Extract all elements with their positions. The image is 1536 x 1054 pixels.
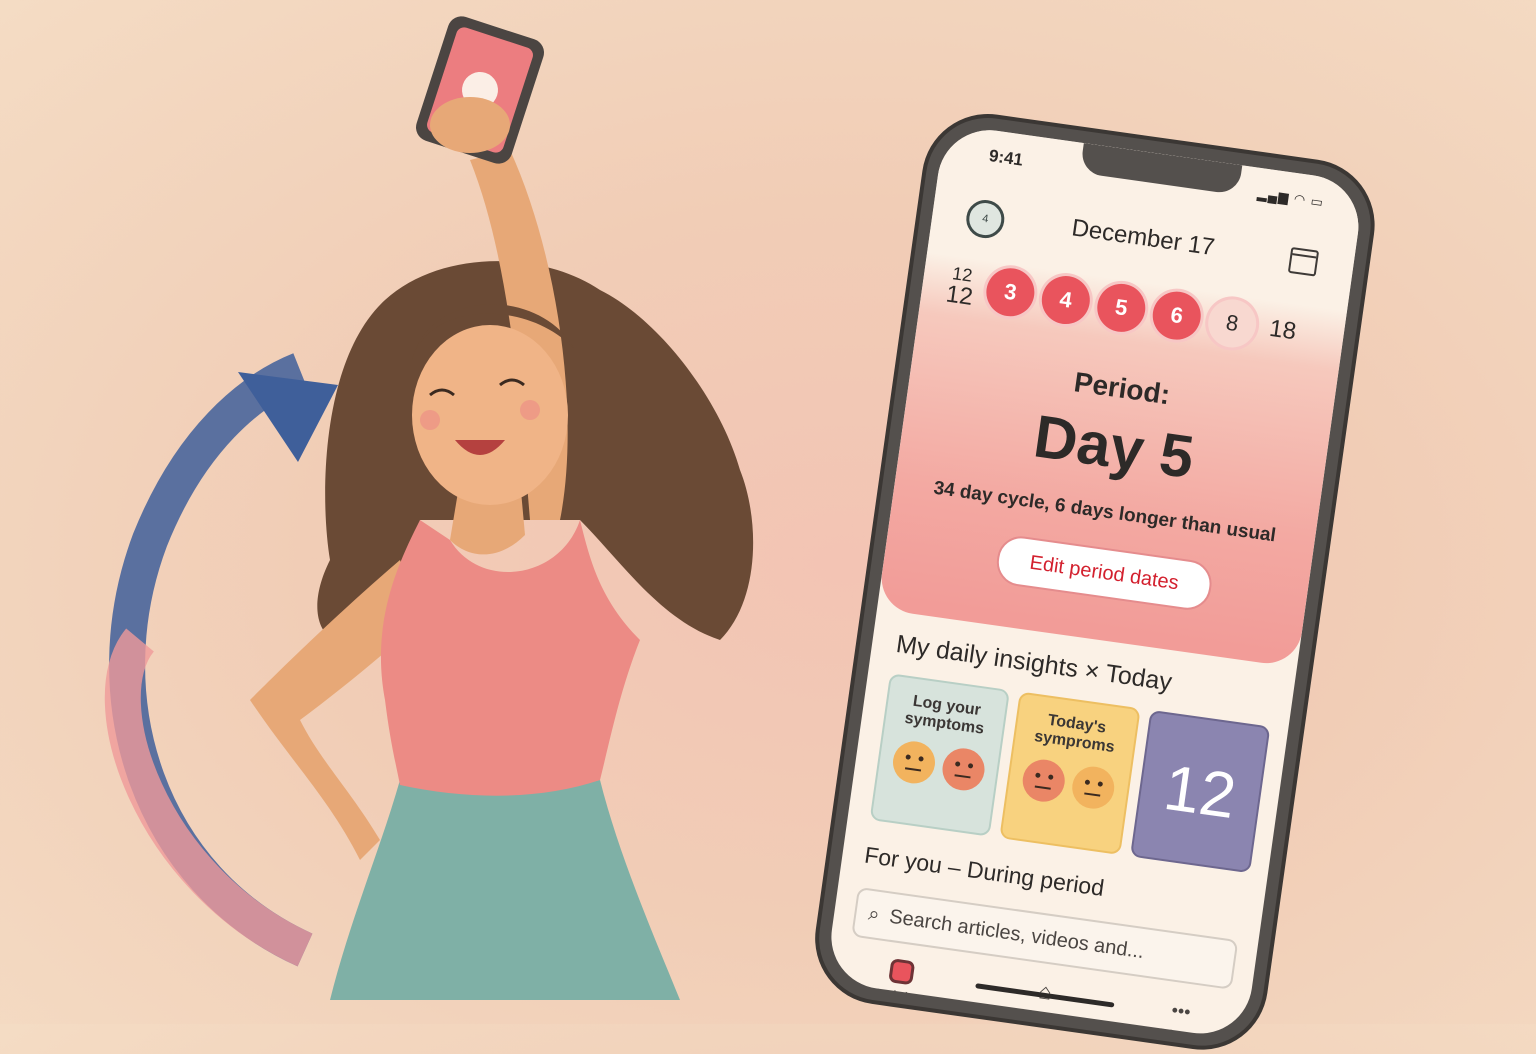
todays-symptoms-card[interactable]: Today's symproms bbox=[999, 691, 1141, 855]
day-circle[interactable]: 8 bbox=[1205, 296, 1260, 351]
day-count-card[interactable]: 12 bbox=[1129, 709, 1271, 874]
search-icon: ⌕ bbox=[867, 902, 882, 926]
sad-face-icon bbox=[1019, 756, 1068, 805]
more-icon: ••• bbox=[1170, 999, 1192, 1023]
neutral-face-icon bbox=[939, 745, 987, 794]
woman-tank-top bbox=[380, 520, 640, 796]
card-label: Today's symproms bbox=[1033, 711, 1116, 757]
day-number[interactable]: 18 bbox=[1262, 314, 1304, 347]
month-label: 12 12 bbox=[944, 263, 975, 311]
calendar-icon[interactable] bbox=[1287, 246, 1320, 277]
insight-cards: Log your symptoms Today's symproms 12 bbox=[869, 673, 1271, 874]
day-circle[interactable]: 4 bbox=[1038, 272, 1093, 328]
tab-more[interactable]: ••• More bbox=[1158, 997, 1201, 1040]
neutral-face-icon bbox=[889, 738, 938, 787]
card-label: Log your symptoms bbox=[903, 692, 986, 738]
woman-skirt bbox=[330, 780, 680, 1000]
search-placeholder: Search articles, videos and... bbox=[888, 905, 1146, 963]
day-circle[interactable]: 3 bbox=[983, 265, 1038, 320]
log-symptoms-card[interactable]: Log your symptoms bbox=[869, 673, 1011, 837]
cycle-arrow-icon bbox=[109, 353, 313, 967]
day-circle[interactable]: 5 bbox=[1094, 280, 1149, 335]
articles-icon bbox=[888, 958, 916, 986]
neutral-face-icon bbox=[1069, 763, 1117, 812]
day-circle[interactable]: 6 bbox=[1149, 288, 1204, 343]
